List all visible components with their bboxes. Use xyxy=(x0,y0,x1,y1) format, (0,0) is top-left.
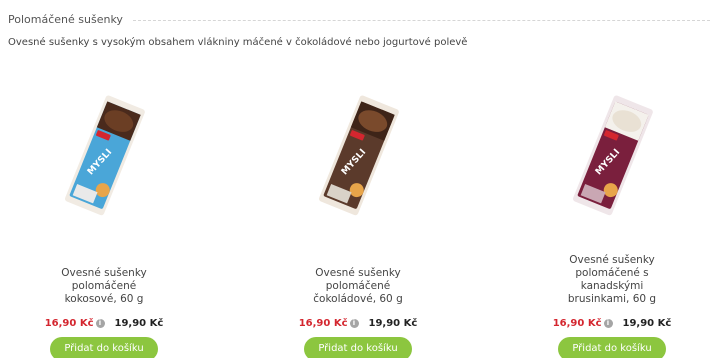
regular-price: 19,90 Kč xyxy=(114,318,164,329)
section-title: Polomáčené sušenky xyxy=(8,12,123,26)
product-image[interactable]: MYSLI xyxy=(308,90,408,220)
product-image[interactable]: MYSLI xyxy=(562,90,662,220)
product-name[interactable]: Ovesné sušenky polomáčené s kanadskými b… xyxy=(512,254,712,306)
info-icon[interactable]: i xyxy=(349,319,359,328)
product-name[interactable]: Ovesné sušenky polomáčené kokosové, 60 g xyxy=(4,267,204,306)
add-to-cart-button[interactable]: Přidat do košíku xyxy=(50,337,158,358)
product-image[interactable]: MYSLI xyxy=(54,90,154,220)
price-row: 16,90 Kč i 19,90 Kč xyxy=(512,318,712,329)
section-header: Polomáčené sušenky xyxy=(8,10,710,28)
regular-price: 19,90 Kč xyxy=(368,318,418,329)
add-to-cart-button[interactable]: Přidat do košíku xyxy=(304,337,412,358)
section-description: Ovesné sušenky s vysokým obsahem vláknin… xyxy=(8,37,468,48)
price-row: 16,90 Kč i 19,90 Kč xyxy=(4,318,204,329)
regular-price: 19,90 Kč xyxy=(622,318,672,329)
price-row: 16,90 Kč i 19,90 Kč xyxy=(258,318,458,329)
sale-price: 16,90 Kč xyxy=(44,318,94,329)
sale-price: 16,90 Kč xyxy=(298,318,348,329)
info-icon[interactable]: i xyxy=(95,319,105,328)
sale-price: 16,90 Kč xyxy=(552,318,602,329)
product-name[interactable]: Ovesné sušenky polomáčené čokoládové, 60… xyxy=(258,267,458,306)
section-divider xyxy=(132,19,710,21)
add-to-cart-button[interactable]: Přidat do košíku xyxy=(558,337,666,358)
product-card: MYSLI Ovesné sušenky polomáčené s kanads… xyxy=(512,80,712,358)
product-card: MYSLI Ovesné sušenky polomáčené čokoládo… xyxy=(258,80,458,358)
product-card: MYSLI Ovesné sušenky polomáčené kokosové… xyxy=(4,80,204,358)
info-icon[interactable]: i xyxy=(603,319,613,328)
